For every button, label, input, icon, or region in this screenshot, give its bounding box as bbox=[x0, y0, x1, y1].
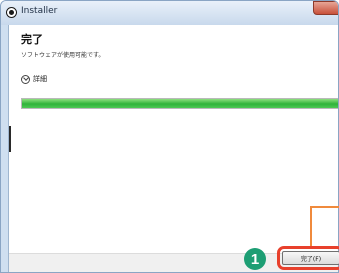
callout-line-vertical bbox=[310, 206, 312, 246]
page-heading: 完了 bbox=[21, 33, 43, 46]
chevron-down-icon bbox=[21, 74, 30, 84]
window-edge-shadow bbox=[9, 126, 11, 152]
dialog-content: 完了 ソフトウェアが使用可能です。 詳細 bbox=[8, 25, 338, 272]
finish-button-highlight bbox=[277, 246, 339, 270]
close-window-button[interactable] bbox=[313, 1, 338, 15]
step-number-badge: 1 bbox=[244, 248, 266, 270]
details-label: 詳細 bbox=[33, 75, 47, 83]
window-title: Installer bbox=[21, 6, 58, 16]
progress-fill bbox=[22, 99, 338, 108]
status-message: ソフトウェアが使用可能です。 bbox=[21, 52, 105, 59]
installer-app-icon bbox=[6, 7, 17, 18]
installer-window: Installer 完了 ソフトウェアが使用可能です。 詳細 bbox=[0, 0, 339, 273]
install-progress-bar bbox=[21, 98, 338, 109]
details-toggle[interactable]: 詳細 bbox=[21, 72, 47, 86]
title-bar[interactable]: Installer bbox=[1, 1, 338, 25]
callout-line-horizontal bbox=[310, 206, 339, 208]
